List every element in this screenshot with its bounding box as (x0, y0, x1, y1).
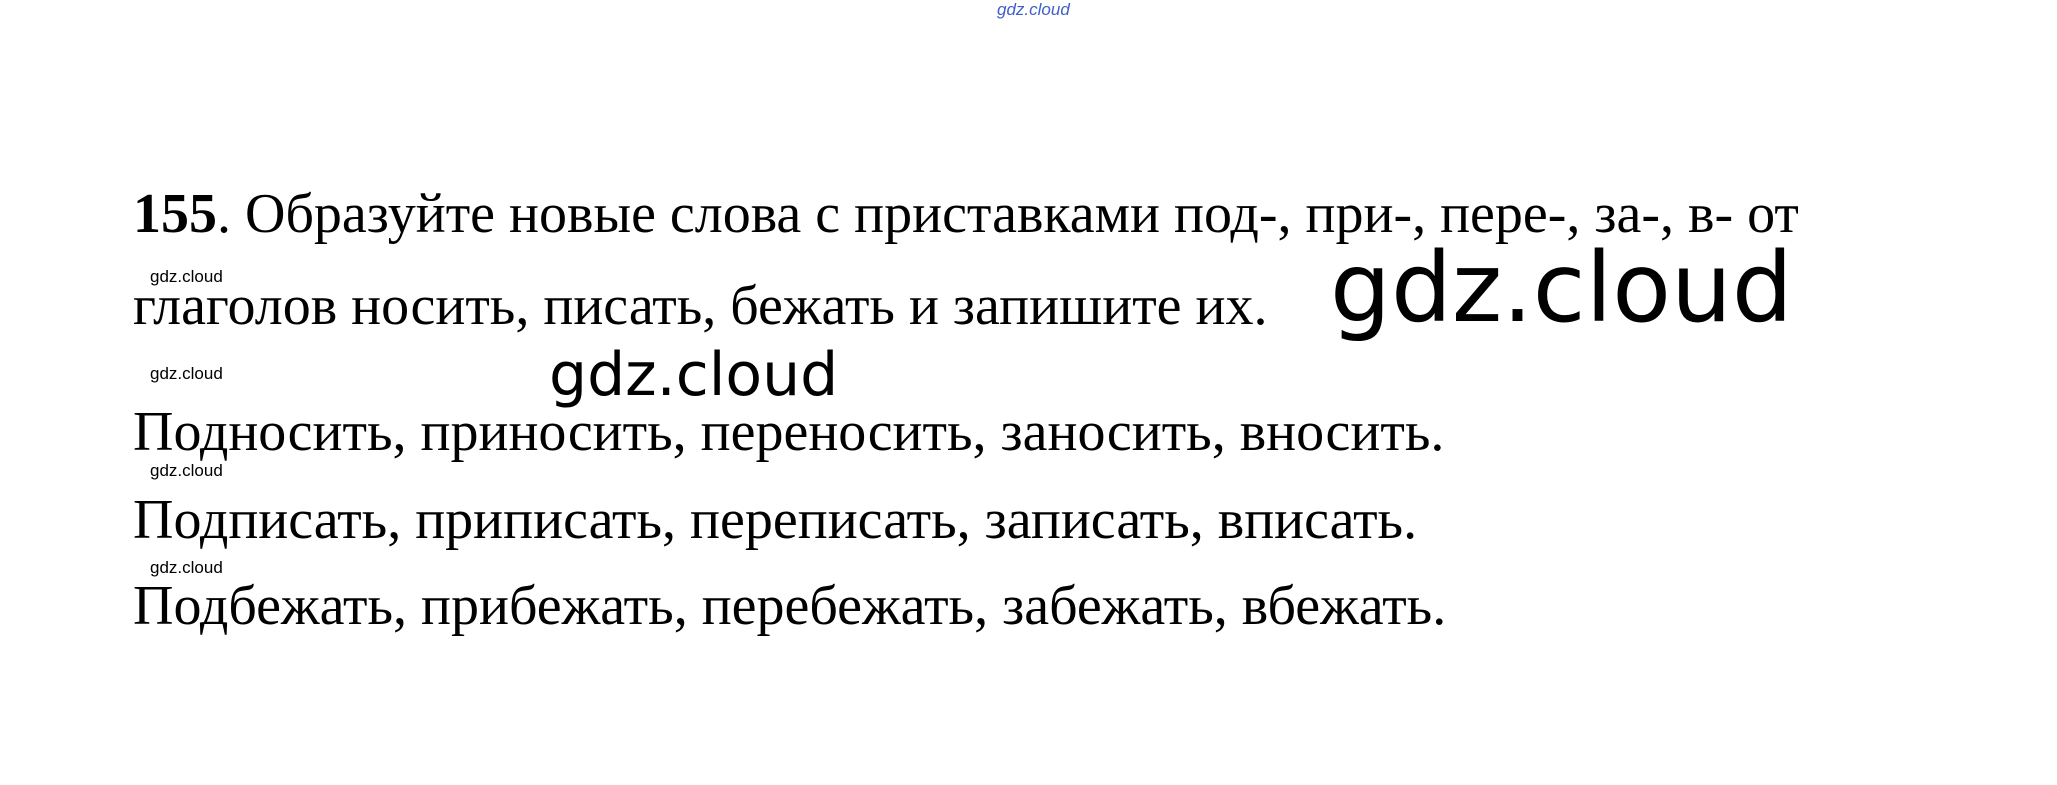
watermark-small-2: gdz.cloud (150, 364, 223, 383)
answer-line-1: Подносить, приносить, переносить, заноси… (133, 401, 1445, 463)
watermark-top: gdz.cloud (997, 0, 1070, 19)
answer-line-2: Подписать, приписать, переписать, записа… (133, 489, 1418, 551)
watermark-large: gdz.cloud (1330, 232, 1793, 344)
task-instruction-part-2: глаголов носить, писать, бежать и запиши… (133, 275, 1268, 337)
answer-line-3: Подбежать, прибежать, перебежать, забежа… (133, 575, 1447, 637)
watermark-small-3: gdz.cloud (150, 461, 223, 480)
watermark-medium: gdz.cloud (549, 340, 839, 410)
task-number: 155 (133, 183, 217, 245)
